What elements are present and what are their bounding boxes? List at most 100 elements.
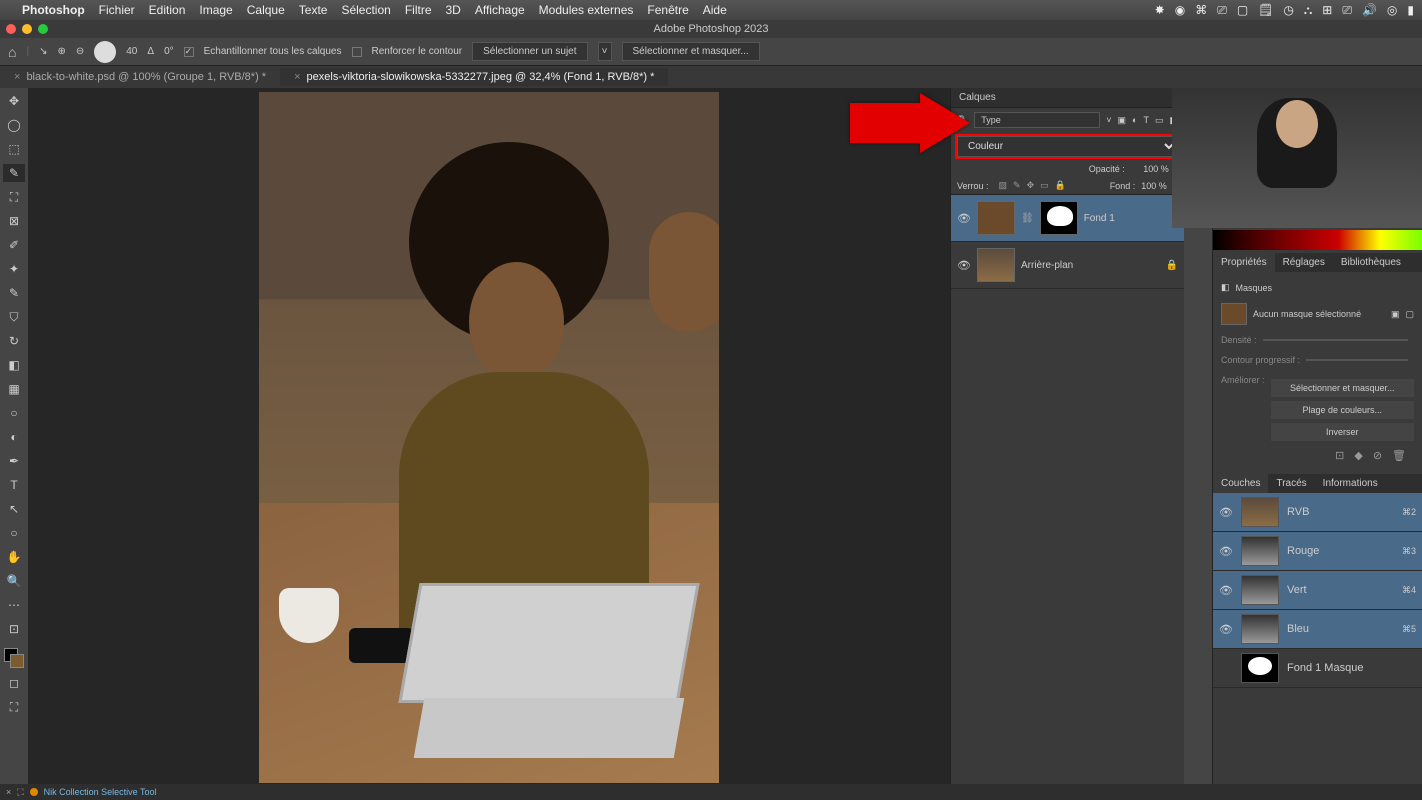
- menu-3d[interactable]: 3D: [446, 3, 461, 17]
- eraser-tool[interactable]: ◧: [3, 356, 25, 374]
- channel-row[interactable]: 👁 Bleu ⌘5: [1213, 610, 1422, 649]
- tab-channels[interactable]: Couches: [1213, 474, 1268, 493]
- blend-mode-select[interactable]: Couleur: [957, 136, 1178, 157]
- channel-visibility-icon[interactable]: 👁: [1219, 623, 1233, 636]
- lasso-tool[interactable]: ◯: [3, 116, 25, 134]
- document-tab[interactable]: × pexels-viktoria-slowikowska-5332277.jp…: [280, 68, 668, 86]
- menu-layer[interactable]: Calque: [247, 3, 285, 17]
- layer-visibility-icon[interactable]: 👁: [957, 259, 971, 272]
- minimize-window-button[interactable]: [22, 24, 32, 34]
- invert-button[interactable]: Inverser: [1271, 423, 1414, 441]
- close-icon[interactable]: ×: [6, 787, 11, 797]
- lock-position-icon[interactable]: ✥: [1027, 180, 1035, 191]
- maximize-window-button[interactable]: [38, 24, 48, 34]
- layer-thumbnail[interactable]: [977, 248, 1015, 282]
- layer-name[interactable]: Fond 1: [1084, 213, 1115, 224]
- layers-tab[interactable]: Calques: [951, 88, 1184, 108]
- status-icon[interactable]: ⛬: [1304, 3, 1312, 18]
- expand-icon[interactable]: ⛶: [17, 787, 23, 798]
- menu-file[interactable]: Fichier: [99, 3, 135, 17]
- dodge-tool[interactable]: ◐: [3, 428, 25, 446]
- vector-mask-icon[interactable]: ▢: [1405, 309, 1414, 320]
- menu-text[interactable]: Texte: [299, 3, 328, 17]
- reinforce-checkbox[interactable]: [352, 47, 362, 57]
- status-icon[interactable]: ◷: [1283, 3, 1293, 18]
- chevron-down-icon[interactable]: ˅: [1106, 115, 1111, 125]
- angle-value[interactable]: 0°: [164, 46, 174, 57]
- tab-info[interactable]: Informations: [1315, 474, 1386, 493]
- status-icon[interactable]: ◉: [1175, 3, 1185, 18]
- disable-mask-icon[interactable]: ⊘: [1373, 449, 1382, 462]
- magic-wand-tool[interactable]: ✎: [3, 164, 25, 182]
- menu-filter[interactable]: Filtre: [405, 3, 432, 17]
- apply-mask-icon[interactable]: ◆: [1354, 449, 1362, 462]
- dots-tool[interactable]: ⋯: [3, 596, 25, 614]
- filter-adjust-icon[interactable]: ◐: [1132, 115, 1137, 125]
- edit-toolbar-icon[interactable]: ⊡: [3, 620, 25, 638]
- history-brush-tool[interactable]: ↻: [3, 332, 25, 350]
- subtract-selection-icon[interactable]: ⊖: [76, 46, 84, 57]
- feather-slider[interactable]: [1306, 359, 1408, 361]
- filter-image-icon[interactable]: ▣: [1118, 115, 1127, 126]
- filter-type-icon[interactable]: T: [1143, 115, 1149, 125]
- tab-libraries[interactable]: Bibliothèques: [1333, 253, 1409, 272]
- frame-tool[interactable]: ⊠: [3, 212, 25, 230]
- select-and-mask-button[interactable]: Sélectionner et masquer...: [1271, 379, 1414, 397]
- color-range-button[interactable]: Plage de couleurs...: [1271, 401, 1414, 419]
- brush-tool[interactable]: ✎: [3, 284, 25, 302]
- channel-row[interactable]: 👁 Vert ⌘4: [1213, 571, 1422, 610]
- channel-row[interactable]: Fond 1 Masque: [1213, 649, 1422, 688]
- menu-help[interactable]: Aide: [703, 3, 727, 17]
- menu-view[interactable]: Affichage: [475, 3, 525, 17]
- load-selection-icon[interactable]: ⊡: [1335, 449, 1344, 462]
- clone-stamp-tool[interactable]: ⛉: [3, 308, 25, 326]
- delete-mask-icon[interactable]: 🗑: [1392, 449, 1406, 462]
- color-swatches[interactable]: [4, 648, 24, 668]
- layer-row[interactable]: 👁 Arrière-plan 🔒: [951, 242, 1184, 289]
- healing-brush-tool[interactable]: ✦: [3, 260, 25, 278]
- tool-preset-icon[interactable]: ↘: [39, 46, 47, 57]
- path-select-tool[interactable]: ↖: [3, 500, 25, 518]
- color-ramp[interactable]: [1213, 230, 1422, 250]
- document-tab[interactable]: × black-to-white.psd @ 100% (Groupe 1, R…: [0, 68, 280, 86]
- home-icon[interactable]: ⌂: [8, 44, 16, 60]
- background-color[interactable]: [10, 654, 24, 668]
- select-subject-dropdown[interactable]: ˅: [598, 42, 612, 61]
- layer-mask-thumbnail[interactable]: [1040, 201, 1078, 235]
- lock-transparency-icon[interactable]: ▨: [999, 180, 1008, 191]
- status-icon[interactable]: 🗒: [1258, 3, 1273, 18]
- shape-tool[interactable]: ○: [3, 524, 25, 542]
- quickmask-tool[interactable]: ◻: [3, 674, 25, 692]
- opacity-value[interactable]: 100 %: [1129, 164, 1169, 174]
- menu-window[interactable]: Fenêtre: [647, 3, 688, 17]
- lock-all-icon[interactable]: 🔒: [1055, 180, 1066, 191]
- channel-visibility-icon[interactable]: 👁: [1219, 506, 1233, 519]
- filter-shape-icon[interactable]: ▭: [1155, 115, 1164, 126]
- channel-row[interactable]: 👁 Rouge ⌘3: [1213, 532, 1422, 571]
- canvas-area[interactable]: [28, 88, 950, 800]
- layer-row[interactable]: 👁 ⛓ Fond 1: [951, 195, 1184, 242]
- menu-edit[interactable]: Edition: [149, 3, 186, 17]
- close-tab-icon[interactable]: ×: [14, 71, 20, 83]
- nik-collection-label[interactable]: Nik Collection Selective Tool: [44, 787, 157, 797]
- app-name[interactable]: Photoshop: [22, 3, 85, 17]
- status-icon[interactable]: ✸: [1155, 3, 1165, 18]
- close-tab-icon[interactable]: ×: [294, 71, 300, 83]
- lock-artboard-icon[interactable]: ▭: [1040, 180, 1049, 191]
- status-icon[interactable]: ⊞: [1322, 3, 1332, 18]
- layer-visibility-icon[interactable]: 👁: [957, 212, 971, 225]
- menu-plugins[interactable]: Modules externes: [539, 3, 634, 17]
- mask-swatch[interactable]: [1221, 303, 1247, 325]
- density-slider[interactable]: [1263, 339, 1408, 341]
- tab-properties[interactable]: Propriétés: [1213, 253, 1275, 272]
- status-icon[interactable]: ◎: [1387, 3, 1397, 18]
- layer-name[interactable]: Arrière-plan: [1021, 260, 1073, 271]
- channel-visibility-icon[interactable]: 👁: [1219, 545, 1233, 558]
- screenmode-tool[interactable]: ⛶: [3, 698, 25, 716]
- status-icon[interactable]: ⌘: [1195, 3, 1207, 18]
- sample-all-checkbox[interactable]: [184, 47, 194, 57]
- status-icon[interactable]: ▮: [1407, 3, 1414, 18]
- brush-preview[interactable]: [94, 41, 116, 63]
- pen-tool[interactable]: ✒: [3, 452, 25, 470]
- select-and-mask-button[interactable]: Sélectionner et masquer...: [622, 42, 760, 61]
